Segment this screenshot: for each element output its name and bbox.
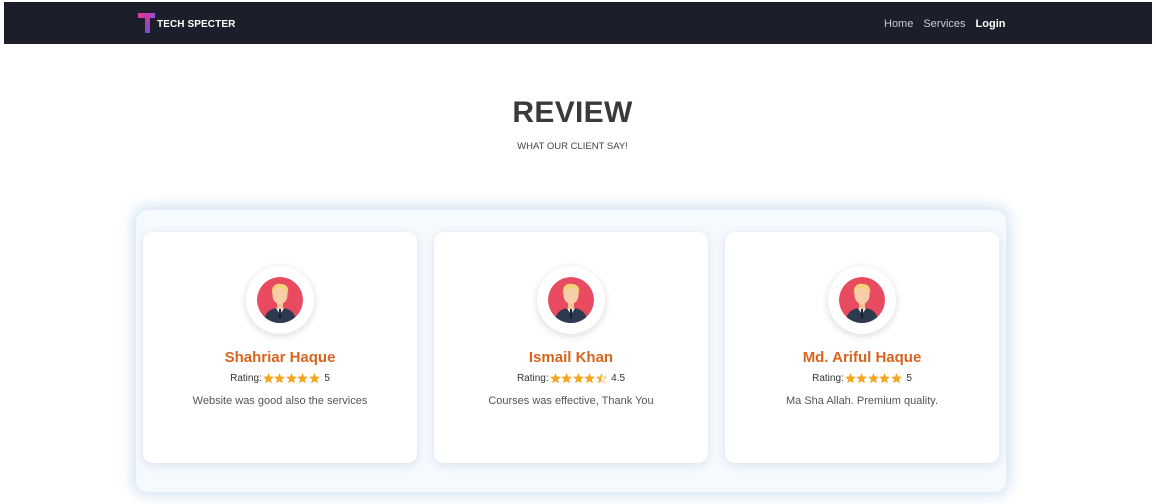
- star-icon: [584, 373, 596, 384]
- review-card: Shahriar Haque Rating: 5 Website was goo…: [143, 232, 417, 463]
- nav-links: Home Services Login: [884, 15, 1005, 33]
- rating-label: Rating:: [812, 373, 844, 384]
- reviewer-name: Ismail Khan: [528, 349, 614, 366]
- rating-value: 5: [324, 373, 330, 384]
- nav-services-link[interactable]: Services: [923, 18, 965, 30]
- star-icon: [274, 373, 286, 384]
- reviewer-name: Md. Ariful Haque: [802, 349, 922, 366]
- star-icon: [856, 373, 868, 384]
- user-avatar-icon: [537, 266, 605, 334]
- nav-login-link[interactable]: Login: [976, 18, 1006, 30]
- star-icon: [844, 373, 856, 384]
- rating-stars: [549, 373, 608, 384]
- star-icon: [572, 373, 584, 384]
- reviewer-name: Shahriar Haque: [224, 349, 336, 366]
- rating-label: Rating:: [516, 373, 549, 384]
- tech-specter-logo-icon: [138, 12, 156, 34]
- star-icon: [308, 373, 320, 384]
- section-title: REVIEW: [512, 96, 633, 129]
- brand-name: TECH SPECTER: [157, 18, 236, 30]
- rating-value: 5: [906, 373, 912, 384]
- brand-logo[interactable]: TECH SPECTER: [138, 10, 235, 36]
- nav-home-link[interactable]: Home: [884, 18, 913, 30]
- rating-row: Rating: 4.5: [434, 373, 708, 384]
- star-icon: [549, 373, 561, 384]
- user-avatar-icon: [828, 266, 896, 334]
- review-card: Ismail Khan Rating: 4.5 Courses was effe…: [434, 232, 708, 463]
- rating-value: 4.5: [611, 373, 626, 384]
- rating-row: Rating: 5: [143, 373, 417, 384]
- star-icon: [262, 373, 274, 384]
- user-avatar-icon: [246, 266, 314, 334]
- review-text: Ma Sha Allah. Premium quality.: [785, 395, 939, 407]
- rating-stars: [844, 373, 903, 384]
- star-icon: [890, 373, 902, 384]
- rating-stars: [262, 373, 321, 384]
- section-subtitle: WHAT OUR CLIENT SAY!: [517, 141, 628, 152]
- star-icon: [867, 373, 879, 384]
- star-half-icon: [595, 373, 607, 384]
- rating-row: Rating: 5: [725, 373, 999, 384]
- review-card: Md. Ariful Haque Rating: 5 Ma Sha Allah.…: [725, 232, 999, 463]
- review-text: Courses was effective, Thank You: [488, 395, 654, 407]
- star-icon: [285, 373, 297, 384]
- rating-label: Rating:: [230, 373, 262, 384]
- star-icon: [879, 373, 891, 384]
- review-text: Website was good also the services: [192, 395, 368, 407]
- top-navbar: TECH SPECTER Home Services Login: [4, 2, 1152, 44]
- star-icon: [561, 373, 573, 384]
- star-icon: [297, 373, 309, 384]
